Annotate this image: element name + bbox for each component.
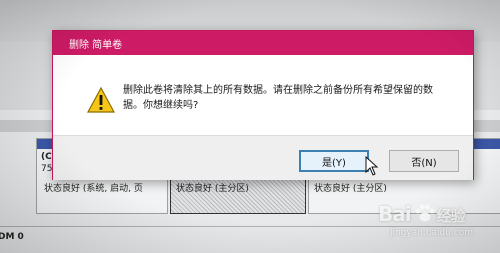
paw-logo-icon: [415, 204, 435, 222]
watermark-url: jingyan.baidu.com: [390, 228, 474, 238]
mouse-cursor-icon: [365, 156, 379, 176]
yes-button[interactable]: 是(Y): [299, 150, 369, 172]
dialog-message: 删除此卷将清除其上的所有数据。请在删除之前备份所有希望保留的数据。你想继续吗?: [123, 85, 433, 111]
warning-icon: [87, 87, 115, 113]
dialog-content: 删除此卷将清除其上的所有数据。请在删除之前备份所有希望保留的数据。你想继续吗?: [53, 55, 473, 135]
dialog-title: 删除 简单卷: [69, 40, 123, 51]
no-button[interactable]: 否(N): [389, 150, 459, 172]
divider: [0, 226, 500, 227]
watermark-brand-tail: 经验: [436, 207, 466, 225]
partition-status: 状态良好 (系统, 启动, 页: [44, 184, 143, 194]
disk-label: DM 0: [0, 232, 24, 242]
delete-volume-dialog: 删除 简单卷 删除此卷将清除其上的所有数据。请在删除之前备份所有希望保留的数据。…: [52, 30, 474, 180]
partition-status: 状态良好 (主分区): [314, 184, 387, 194]
dialog-title-bar[interactable]: 删除 简单卷: [53, 31, 473, 55]
watermark-brand-text: Bai: [378, 202, 412, 226]
screen: (C: 75.0 状态良好 (系统, 启动, 页 状态良好 (主分区) 状态良好…: [0, 0, 500, 253]
dialog-button-bar: 是(Y) 否(N): [53, 135, 473, 180]
partition-status: 状态良好 (主分区): [176, 184, 249, 194]
